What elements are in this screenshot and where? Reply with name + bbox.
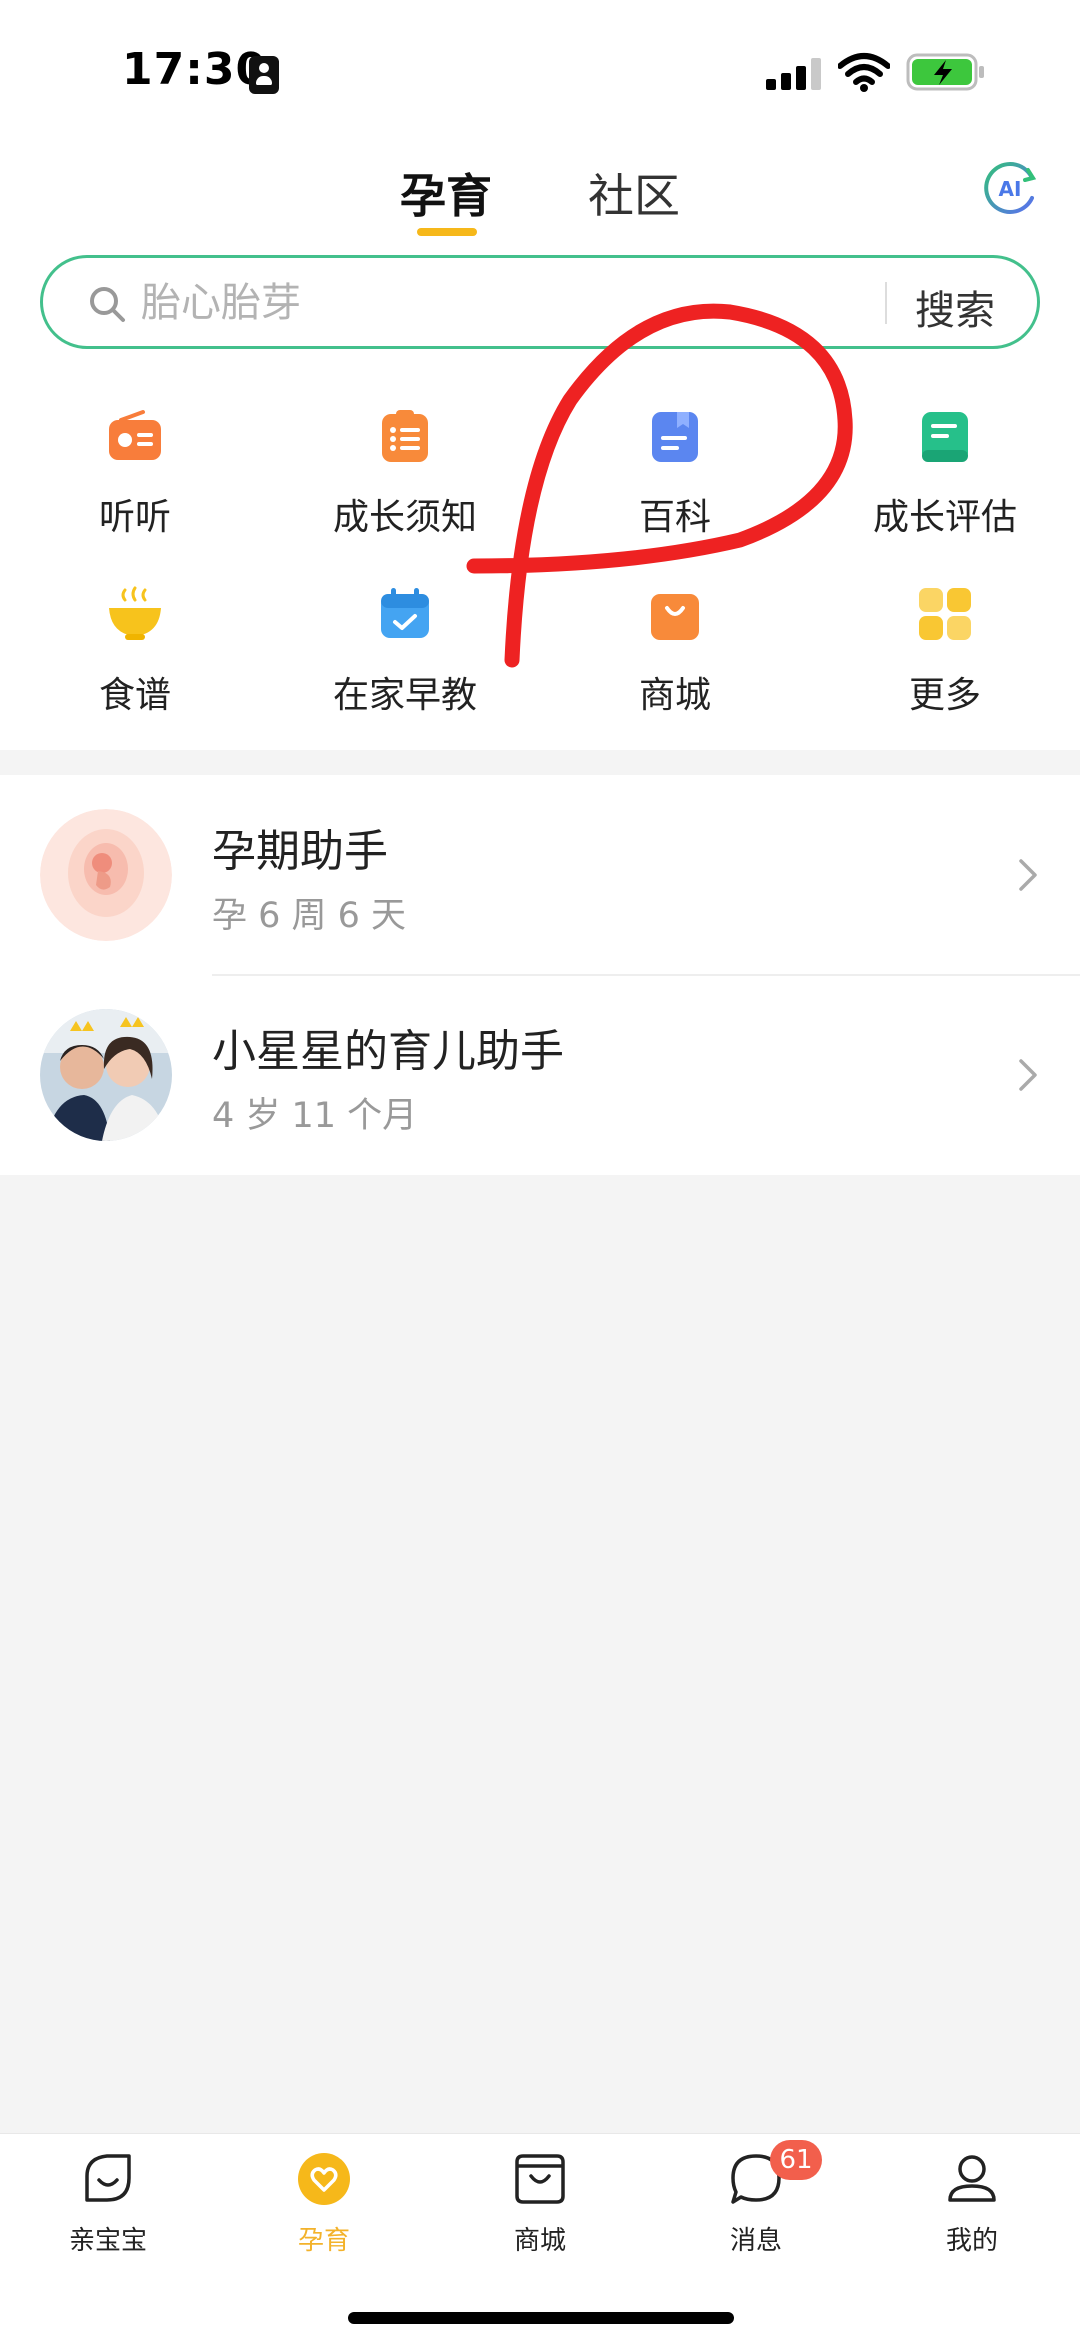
grid-item-growth-assessment[interactable]: 成长评估 [810, 360, 1080, 538]
encyclopedia-icon [652, 412, 698, 462]
tab-community[interactable]: 社区 [588, 160, 680, 226]
assistant-title: 孕期助手 [212, 826, 388, 877]
nav-item-qinbaobao[interactable]: 亲宝宝 [0, 2152, 216, 2272]
fetus-avatar [40, 809, 172, 941]
tab-yunyu[interactable]: 孕育 [400, 160, 492, 226]
grid-item-encyclopedia[interactable]: 百科 [540, 360, 810, 538]
assessment-icon [922, 412, 968, 462]
grid-item-growth-tips[interactable]: 成长须知 [270, 360, 540, 538]
nav-item-mall[interactable]: 商城 [432, 2152, 648, 2272]
nav-item-yunyu[interactable]: 孕育 [216, 2152, 432, 2272]
calendar-icon [381, 588, 429, 638]
status-time: 17:30 [122, 44, 268, 95]
assistant-subtitle: 4 岁 11 个月 [212, 1096, 418, 1136]
assistant-title: 小星星的育儿助手 [212, 1026, 564, 1077]
chevron-right-icon [1019, 1059, 1037, 1091]
app-screen: 17:30 孕育 社区 AI 胎心胎芽 搜索 听听 成长须知 百科 成长评估 食… [0, 0, 1080, 2341]
list-item-parenting-assistant[interactable]: 小星星的育儿助手 4 岁 11 个月 [0, 975, 1080, 1175]
more-grid-icon [919, 588, 971, 640]
list-item-pregnancy-assistant[interactable]: 孕期助手 孕 6 周 6 天 [0, 775, 1080, 976]
grid-item-label: 更多 [908, 675, 981, 716]
person-icon [948, 2155, 996, 2202]
unread-badge: 61 [770, 2140, 822, 2180]
grid-item-label: 成长须知 [332, 497, 477, 538]
nav-item-messages[interactable]: 61 消息 [648, 2140, 864, 2272]
cellular-signal-icon [766, 58, 822, 90]
nav-label: 商城 [513, 2226, 566, 2256]
grid-item-label: 听听 [98, 497, 171, 538]
contact-card-icon [249, 56, 279, 94]
feature-grid: 听听 成长须知 百科 成长评估 食谱 在家早教 商城 更多 [0, 360, 1080, 750]
battery-charging-icon [906, 53, 984, 91]
ai-assistant-icon[interactable]: AI [980, 158, 1040, 218]
active-tab-indicator [417, 228, 477, 236]
grid-item-label: 商城 [638, 675, 711, 716]
search-icon [90, 287, 125, 322]
chevron-right-icon [1019, 859, 1037, 891]
radio-icon [109, 410, 161, 460]
grid-item-label: 食谱 [98, 675, 171, 716]
nav-item-mine[interactable]: 我的 [864, 2152, 1080, 2272]
grid-item-recipes[interactable]: 食谱 [0, 538, 270, 716]
status-bar: 17:30 [0, 0, 1080, 140]
nav-label: 消息 [729, 2226, 782, 2256]
search-divider [885, 282, 887, 324]
bag-icon [515, 2154, 565, 2204]
grid-item-label: 成长评估 [872, 497, 1017, 538]
grid-item-mall[interactable]: 商城 [540, 538, 810, 716]
search-section: 搜索 [0, 250, 1080, 360]
grid-item-listen[interactable]: 听听 [0, 360, 270, 538]
assistant-subtitle: 孕 6 周 6 天 [212, 896, 407, 936]
bottom-nav: 亲宝宝 孕育 商城 61 消息 我的 [0, 2133, 1080, 2341]
assistant-list: 孕期助手 孕 6 周 6 天 小星星的育儿助手 4 岁 11 个月 [0, 775, 1080, 1175]
home-indicator[interactable] [348, 2312, 734, 2324]
search-input[interactable] [141, 278, 621, 328]
heart-icon [298, 2153, 350, 2205]
shopping-bag-icon [651, 594, 699, 640]
nav-label: 亲宝宝 [68, 2226, 147, 2256]
svg-text:AI: AI [999, 177, 1022, 201]
bowl-icon [109, 586, 161, 640]
grid-item-home-education[interactable]: 在家早教 [270, 538, 540, 716]
nav-label: 孕育 [297, 2226, 350, 2256]
top-tab-bar: 孕育 社区 AI [0, 140, 1080, 250]
grid-item-more[interactable]: 更多 [810, 538, 1080, 716]
grid-item-label: 百科 [638, 497, 711, 538]
wifi-icon [838, 53, 890, 92]
leaf-icon [85, 2154, 131, 2202]
nav-label: 我的 [945, 2226, 998, 2256]
search-button[interactable]: 搜索 [915, 278, 995, 336]
checklist-icon [382, 410, 428, 462]
family-photo-avatar [40, 1009, 172, 1141]
search-bar[interactable]: 搜索 [40, 255, 1040, 349]
grid-item-label: 在家早教 [332, 675, 477, 716]
